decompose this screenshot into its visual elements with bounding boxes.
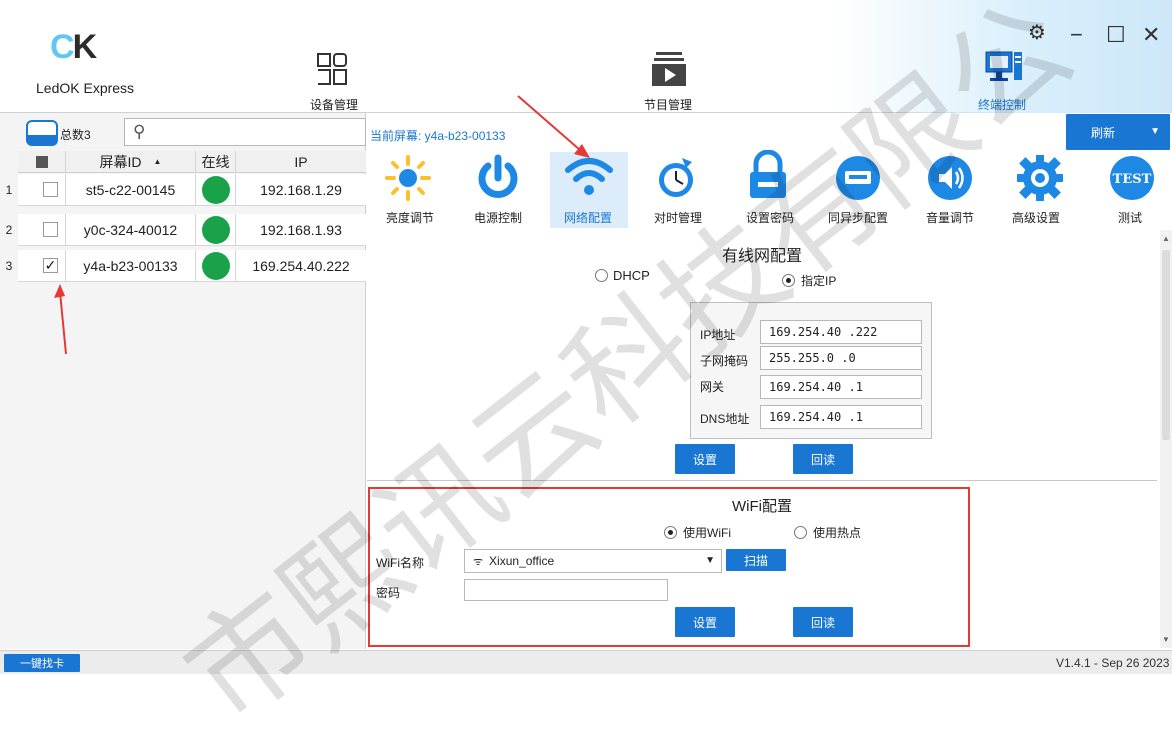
use-wifi-radio[interactable] xyxy=(664,526,677,539)
tool-test[interactable]: TEST 测试 xyxy=(1108,154,1164,225)
settings-gear-icon[interactable]: ⚙ xyxy=(1028,20,1046,45)
row-checkbox[interactable] xyxy=(43,222,58,237)
status-bar xyxy=(0,650,1172,674)
wifi-password-field[interactable] xyxy=(464,579,668,601)
maximize-button[interactable]: ☐ xyxy=(1106,22,1126,48)
table-row[interactable]: 1 st5-c22-00145 192.168.1.29 xyxy=(6,174,366,206)
subnet-mask-field[interactable]: 255.255.0 .0 xyxy=(760,346,922,370)
dns-label: DNS地址 xyxy=(700,412,750,426)
wifi-icon xyxy=(565,158,613,195)
section-divider xyxy=(367,480,1157,481)
nav-device-management[interactable]: 设备管理 xyxy=(296,48,366,112)
tool-time-sync[interactable]: 对时管理 xyxy=(652,154,708,225)
static-ip-option[interactable]: 指定IP xyxy=(782,272,836,289)
wifi-password-label: 密码 xyxy=(376,586,401,600)
tool-sync-async[interactable]: 同异步配置 xyxy=(828,154,894,225)
app-logo: CK xyxy=(50,28,97,66)
test-icon: TEST xyxy=(1110,156,1154,200)
wifi-signal-icon: ᯤ xyxy=(473,555,484,568)
clock-icon xyxy=(659,158,693,197)
minimize-button[interactable]: − xyxy=(1070,22,1083,48)
tool-network[interactable]: 网络配置 xyxy=(550,152,628,228)
close-button[interactable]: ✕ xyxy=(1142,22,1160,48)
svg-text:TEST: TEST xyxy=(1113,172,1152,187)
power-icon xyxy=(478,154,518,198)
screen-search-input[interactable]: ⚲ xyxy=(124,118,366,146)
annotation-arrow-network xyxy=(517,95,590,158)
play-icon xyxy=(652,52,686,86)
row-checkbox[interactable] xyxy=(43,182,58,197)
nav-program-label: 节目管理 xyxy=(644,98,693,112)
col-online[interactable]: 在线 xyxy=(196,151,236,172)
online-status-dot xyxy=(201,251,230,280)
nav-program-management[interactable]: 节目管理 xyxy=(640,48,710,112)
chevron-down-icon: ▼ xyxy=(1150,126,1160,137)
speaker-icon xyxy=(928,156,972,200)
use-hotspot-option[interactable]: 使用热点 xyxy=(794,524,861,541)
screen-id: y4a-b23-00133 xyxy=(66,250,196,281)
table-row[interactable]: 3 ✓ y4a-b23-00133 169.254.40.222 xyxy=(6,250,366,282)
wifi-name-select[interactable]: ᯤ Xixun_office ▼ xyxy=(464,549,722,573)
refresh-button[interactable]: 刷新 ▼ xyxy=(1066,114,1170,150)
scrollbar[interactable]: ▲ ▼ xyxy=(1160,230,1172,648)
online-status-dot xyxy=(201,215,230,244)
dhcp-option[interactable]: DHCP xyxy=(595,268,650,283)
nav-terminal-control[interactable]: 终端控制 xyxy=(968,48,1038,112)
wifi-config-title: WiFi配置 xyxy=(732,498,792,515)
total-count-label: 总数3 xyxy=(60,128,91,142)
wifi-scan-button[interactable]: 扫描 xyxy=(726,549,786,571)
wired-config-title: 有线网配置 xyxy=(722,248,803,265)
hdmi-icon xyxy=(836,156,880,200)
table-row[interactable]: 2 y0c-324-40012 192.168.1.93 xyxy=(6,214,366,246)
tool-brightness[interactable]: 亮度调节 xyxy=(384,154,434,225)
use-hotspot-radio[interactable] xyxy=(794,526,807,539)
mask-label: 子网掩码 xyxy=(700,354,749,368)
screen-ip: 192.168.1.29 xyxy=(260,181,342,198)
device-count-icon xyxy=(26,120,58,146)
screen-id: y0c-324-40012 xyxy=(66,214,196,245)
col-screen-id[interactable]: 屏幕ID ▲ xyxy=(66,151,196,172)
tool-advanced[interactable]: 高级设置 xyxy=(1012,154,1072,225)
tool-power[interactable]: 电源控制 xyxy=(474,154,530,225)
wifi-set-button[interactable]: 设置 xyxy=(675,607,735,637)
wired-set-button[interactable]: 设置 xyxy=(675,444,735,474)
screen-id: st5-c22-00145 xyxy=(66,174,196,205)
wifi-name-label: WiFi名称 xyxy=(376,556,424,570)
monitor-icon xyxy=(985,51,1022,81)
tool-volume[interactable]: 音量调节 xyxy=(926,154,982,225)
nav-terminal-label: 终端控制 xyxy=(978,98,1027,112)
search-icon: ⚲ xyxy=(133,122,146,141)
screen-ip: 169.254.40.222 xyxy=(252,257,350,274)
screen-ip: 192.168.1.93 xyxy=(260,221,342,238)
use-wifi-option[interactable]: 使用WiFi xyxy=(664,524,731,541)
row-checkbox[interactable]: ✓ xyxy=(43,257,58,273)
ip-label: IP地址 xyxy=(700,328,736,342)
gateway-label: 网关 xyxy=(700,380,725,394)
col-ip[interactable]: IP xyxy=(236,151,366,172)
gear-icon xyxy=(1017,155,1063,201)
nav-device-label: 设备管理 xyxy=(310,98,359,112)
device-icon xyxy=(317,53,347,85)
select-all-checkbox[interactable] xyxy=(18,151,66,172)
static-ip-radio[interactable] xyxy=(782,274,795,287)
lock-icon xyxy=(750,149,786,198)
ip-address-field[interactable]: 169.254.40 .222 xyxy=(760,320,922,344)
online-status-dot xyxy=(201,175,230,204)
app-name: LedOK Express xyxy=(36,80,135,96)
annotation-arrow-checkbox xyxy=(54,284,67,355)
find-card-button[interactable]: 一键找卡 xyxy=(4,654,80,672)
dhcp-radio[interactable] xyxy=(595,269,608,282)
dns-field[interactable]: 169.254.40 .1 xyxy=(760,405,922,429)
table-header: 屏幕ID ▲ 在线 IP xyxy=(18,151,366,173)
gateway-field[interactable]: 169.254.40 .1 xyxy=(760,375,922,399)
chevron-down-icon: ▼ xyxy=(705,555,715,566)
version-label: V1.4.1 - Sep 26 2023 xyxy=(1056,656,1170,670)
current-screen-label: 当前屏幕: y4a-b23-00133 xyxy=(370,129,506,143)
tool-password[interactable]: 设置密码 xyxy=(744,149,800,225)
wired-readback-button[interactable]: 回读 xyxy=(793,444,853,474)
wifi-readback-button[interactable]: 回读 xyxy=(793,607,853,637)
sun-icon xyxy=(385,155,431,201)
